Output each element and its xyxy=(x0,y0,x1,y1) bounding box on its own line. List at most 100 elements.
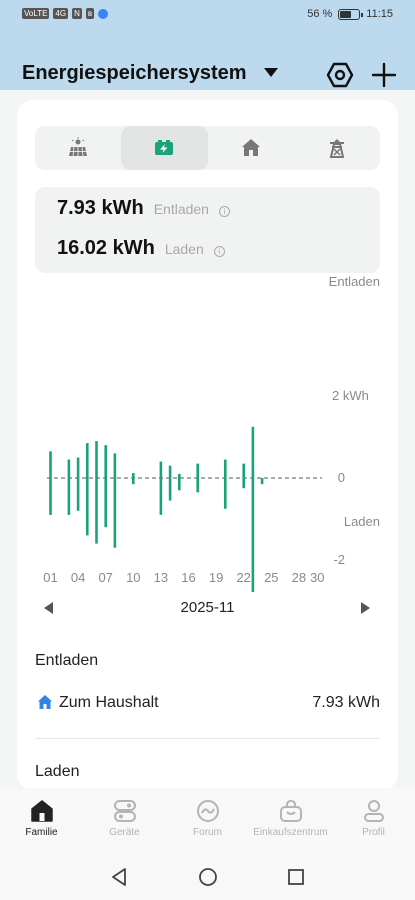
app-header: Energiespeichersystem xyxy=(0,58,415,90)
chart-bottom-label: Laden xyxy=(344,514,380,529)
discharge-label: Entladen xyxy=(153,201,209,217)
x-tick-label: 28 xyxy=(292,570,306,585)
chart-bar[interactable] xyxy=(168,465,172,501)
status-icons-right: 56 % 11:15 xyxy=(307,8,393,20)
forum-icon xyxy=(196,800,219,822)
add-icon[interactable] xyxy=(370,61,398,89)
bluetooth-icon: ʙ xyxy=(85,8,95,19)
status-bar: VoLTE 4G N ʙ 56 % 11:15 xyxy=(0,0,415,30)
signal-icon: 4G xyxy=(53,8,69,19)
page-title[interactable]: Energiespeichersystem xyxy=(22,62,247,85)
y-tick-label: -2 xyxy=(333,552,345,567)
info-icon[interactable]: i xyxy=(218,206,230,217)
y-tick-label: 0 xyxy=(338,470,345,485)
chart-bar[interactable] xyxy=(242,463,245,489)
chart-bar[interactable] xyxy=(49,451,52,515)
chart-bar[interactable] xyxy=(86,443,89,536)
nav-geraete[interactable]: Geräte xyxy=(83,788,166,850)
nav-label: Familie xyxy=(25,827,58,838)
y-tick-label: 2 kWh xyxy=(332,388,369,403)
system-navigation xyxy=(0,850,415,900)
solar-panel-icon xyxy=(69,137,88,157)
x-axis-ticks: 01 04 07 10 13 16 19 22 25 28 30 xyxy=(43,570,324,585)
discharge-total: 7.93 kWh xyxy=(57,197,144,219)
device-tabs xyxy=(35,126,380,170)
volte-icon: VoLTE xyxy=(22,8,50,19)
charge-total: 16.02 kWh xyxy=(57,237,155,259)
month-label[interactable]: 2025-11 xyxy=(17,599,398,616)
x-tick-label: 04 xyxy=(71,570,85,585)
month-selector: 2025-11 xyxy=(17,594,398,624)
x-tick-label: 07 xyxy=(98,570,112,585)
clock: 11:15 xyxy=(366,8,393,20)
x-tick-label: 10 xyxy=(126,570,140,585)
x-tick-label: 13 xyxy=(154,570,168,585)
x-tick-label: 25 xyxy=(264,570,278,585)
back-icon[interactable] xyxy=(108,866,130,888)
x-tick-label: 19 xyxy=(209,570,223,585)
chevron-down-icon[interactable] xyxy=(264,68,278,77)
chart-bar[interactable] xyxy=(67,459,71,515)
chart-bar[interactable] xyxy=(251,426,255,592)
nav-label: Forum xyxy=(193,827,222,838)
devices-icon xyxy=(113,800,136,822)
x-tick-label: 30 xyxy=(310,570,324,585)
charge-summary: 16.02 kWh Laden i xyxy=(57,237,225,260)
charge-label: Laden xyxy=(164,241,204,257)
nav-label: Profil xyxy=(362,827,385,838)
nav-label: Geräte xyxy=(109,827,140,838)
x-tick-label: 22 xyxy=(236,570,250,585)
tab-grid[interactable] xyxy=(294,126,380,170)
x-tick-label: 01 xyxy=(43,570,57,585)
tab-house[interactable] xyxy=(208,126,294,170)
nav-profil[interactable]: Profil xyxy=(332,788,415,850)
chart-top-label: Entladen xyxy=(329,274,380,289)
tab-solar[interactable] xyxy=(35,126,121,170)
discharge-summary: 7.93 kWh Entladen i xyxy=(57,197,230,220)
chart-bar[interactable] xyxy=(159,461,163,515)
nav-label: Einkaufszentrum xyxy=(253,827,328,838)
chart-bar[interactable] xyxy=(260,478,264,485)
chart-bar[interactable] xyxy=(104,445,107,528)
item-value: 7.93 kWh xyxy=(312,694,380,711)
app-notification-icon xyxy=(98,8,109,19)
gear-icon[interactable] xyxy=(326,61,354,89)
charge-section-title: Laden xyxy=(35,763,80,780)
battery-charge-icon xyxy=(155,140,174,155)
tab-battery[interactable] xyxy=(121,126,208,170)
nfc-icon: N xyxy=(72,8,82,19)
chart-bar[interactable] xyxy=(113,453,117,548)
chart-bars xyxy=(49,426,264,592)
chevron-right-icon[interactable] xyxy=(361,602,370,614)
home-circle-icon[interactable] xyxy=(197,866,219,888)
chart-bar[interactable] xyxy=(196,463,199,493)
discharge-section-title: Entladen xyxy=(35,652,99,669)
energy-chart: Entladen Laden 2 kWh0-2-4 01040710131619… xyxy=(43,274,380,592)
battery-percent: 56 % xyxy=(307,8,333,20)
chart-bar[interactable] xyxy=(178,473,181,491)
profile-icon xyxy=(363,800,384,822)
home-nav-icon xyxy=(30,800,53,822)
recents-icon[interactable] xyxy=(285,866,307,888)
chart-bar[interactable] xyxy=(76,457,80,511)
power-tower-icon xyxy=(329,139,345,158)
nav-familie[interactable]: Familie xyxy=(0,788,83,850)
shopping-bag-icon xyxy=(279,799,302,822)
main-card: 7.93 kWh Entladen i 16.02 kWh Laden i En… xyxy=(17,100,398,790)
y-axis-ticks: 2 kWh0-2-4 xyxy=(332,388,369,567)
house-icon xyxy=(241,139,260,156)
x-tick-label: 16 xyxy=(181,570,195,585)
chart-bar[interactable] xyxy=(132,473,135,485)
energy-summary: 7.93 kWh Entladen i 16.02 kWh Laden i xyxy=(35,187,380,273)
list-item[interactable]: Zum Haushalt 7.93 kWh xyxy=(35,691,380,715)
nav-einkaufszentrum[interactable]: Einkaufszentrum xyxy=(249,788,332,850)
bottom-navigation: Familie Geräte Forum Einkaufszentrum Pro… xyxy=(0,788,415,850)
chart-bar[interactable] xyxy=(95,441,98,544)
info-icon[interactable]: i xyxy=(213,246,225,257)
status-icons-left: VoLTE 4G N ʙ xyxy=(22,8,109,19)
house-icon xyxy=(38,695,52,709)
chart-bar[interactable] xyxy=(224,459,227,509)
divider xyxy=(35,738,380,739)
nav-forum[interactable]: Forum xyxy=(166,788,249,850)
content-sheet: 7.93 kWh Entladen i 16.02 kWh Laden i En… xyxy=(0,90,415,790)
